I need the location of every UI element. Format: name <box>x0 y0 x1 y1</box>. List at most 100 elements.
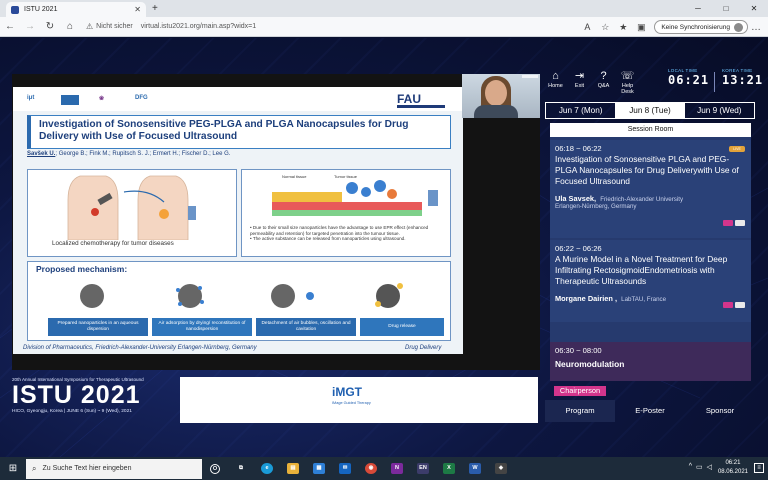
session-affiliation: Friedrich-Alexander University <box>600 195 684 203</box>
istu-banner: 20th Annual International Symposium for … <box>12 377 172 423</box>
session-actions <box>721 220 745 226</box>
app-icon[interactable]: ◈ <box>488 457 514 480</box>
local-time: 06:21 <box>668 73 710 87</box>
notification-icon[interactable]: ≡ <box>754 463 764 473</box>
chrome-icon[interactable]: ◉ <box>358 457 384 480</box>
nav-exit[interactable]: ⇥ Exit <box>569 70 590 95</box>
maximize-button[interactable]: □ <box>712 0 740 17</box>
session-affiliation: LabTAU, France <box>621 295 667 303</box>
minimize-button[interactable]: ─ <box>684 0 712 17</box>
speaker-webcam[interactable] <box>462 74 540 118</box>
network-icon[interactable]: ▭ <box>696 463 703 471</box>
panel-b-bullets: • Due to their small size nanoparticles … <box>250 225 448 242</box>
onenote-icon[interactable]: N <box>384 457 410 480</box>
presentation-slide: iμt ❀ DFG FAU Investigation of Sonosensi… <box>13 87 463 354</box>
tab-program[interactable]: Program <box>545 400 615 422</box>
tab-jun-7[interactable]: Jun 7 (Mon) <box>546 103 615 118</box>
task-view-icon[interactable]: ⧉ <box>228 457 254 480</box>
language-icon[interactable]: EN <box>410 457 436 480</box>
nav-home[interactable]: ⌂ Home <box>545 70 566 95</box>
webcam-label <box>522 75 538 78</box>
step-1: Prepared nanoparticles in an aqueous dis… <box>48 318 148 336</box>
fau-logo: FAU <box>397 92 421 106</box>
forward-icon[interactable]: → <box>20 21 40 32</box>
new-tab-button[interactable]: + <box>152 2 158 17</box>
pdf-icon[interactable] <box>735 302 745 308</box>
step-2: Air adsorption by drying/ reconstitution… <box>152 318 252 336</box>
nav-qa[interactable]: ? Q&A <box>593 70 614 95</box>
tab-sponsor[interactable]: Sponsor <box>685 400 755 422</box>
sync-label: Keine Synchronisierung <box>661 23 730 31</box>
session-time: 06:22 ~ 06:26 <box>555 244 602 253</box>
home-browser-icon[interactable]: ⌂ <box>60 21 80 32</box>
chairperson-badge: Chairperson <box>554 386 606 396</box>
file-explorer-icon[interactable]: ▤ <box>280 457 306 480</box>
outlook-icon[interactable]: ✉ <box>332 457 358 480</box>
institute-logo-1: iμt <box>27 95 35 101</box>
address-bar: ← → ↻ ⌂ ⚠ Nicht sicher virtual.istu2021.… <box>0 17 768 37</box>
top-navigation: ⌂ Home ⇥ Exit ? Q&A ☏ Help Desk <box>545 70 641 95</box>
coauthors: ; George B.; Fink M.; Rupitsch S. J.; Er… <box>55 151 231 157</box>
back-icon[interactable]: ← <box>0 21 20 32</box>
favorites-icon[interactable]: ★ <box>614 22 632 33</box>
istu-banner-title: ISTU 2021 <box>12 381 141 409</box>
live-badge: LIVE <box>729 146 745 152</box>
video-icon[interactable] <box>723 302 733 308</box>
patient-illustration <box>67 175 196 241</box>
browser-tab[interactable]: ISTU 2021 ✕ <box>6 2 146 17</box>
tab-title: ISTU 2021 <box>24 6 58 13</box>
more-menu-icon[interactable]: … <box>748 22 764 33</box>
session-title: A Murine Model in a Novel Treatment for … <box>555 254 728 287</box>
exit-icon: ⇥ <box>574 70 585 82</box>
tab-e-poster[interactable]: E-Poster <box>615 400 685 422</box>
volume-icon[interactable]: ◁ <box>707 463 712 471</box>
bullet-1: • Due to their small size nanoparticles … <box>250 225 429 236</box>
tumor-tissue-label: Tumor tissue <box>334 174 358 179</box>
store-icon[interactable]: ▦ <box>306 457 332 480</box>
nav-label: Help Desk <box>621 83 634 95</box>
session-item[interactable]: 06:18 ~ 06:22 LIVE Investigation of Sono… <box>550 140 751 238</box>
session-item[interactable]: 06:22 ~ 06:26 A Murine Model in a Novel … <box>550 240 751 322</box>
collections-icon[interactable]: ▣ <box>632 22 650 33</box>
help-desk-icon: ☏ <box>620 70 635 82</box>
pdf-icon[interactable] <box>735 220 745 226</box>
url-input[interactable]: ⚠ Nicht sicher virtual.istu2021.org/main… <box>86 20 526 34</box>
tab-close-icon[interactable]: ✕ <box>134 5 141 14</box>
slide-logo-strip: iμt ❀ DFG FAU <box>13 87 463 111</box>
home-icon: ⌂ <box>552 70 559 82</box>
reload-icon[interactable]: ↻ <box>40 21 60 32</box>
block-title: Neuromodulation <box>555 359 625 369</box>
word-icon[interactable]: W <box>462 457 488 480</box>
webcam-person-face <box>485 80 507 106</box>
insecure-label: Nicht sicher <box>96 23 133 30</box>
bullet-2: • The active substance can be released f… <box>250 236 406 242</box>
imgt-logo-sub: IMage Guided Therapy <box>332 401 371 405</box>
program-list[interactable]: Session Room 06:18 ~ 06:22 LIVE Investig… <box>550 123 751 381</box>
warning-icon: ⚠ <box>86 22 94 31</box>
chevron-up-icon[interactable]: ^ <box>689 463 692 471</box>
sponsor-banner[interactable]: iMGT IMage Guided Therapy <box>180 377 538 423</box>
taskbar-search-input[interactable]: ⌕ Zu Suche Text hier eingeben <box>26 458 202 479</box>
tab-jun-9[interactable]: Jun 9 (Wed) <box>685 103 754 118</box>
korea-clock: KOREA TIME 13:21 <box>722 68 763 87</box>
profile-sync-button[interactable]: Keine Synchronisierung <box>654 20 748 34</box>
windows-start-icon[interactable]: ⊞ <box>0 463 26 474</box>
session-block[interactable]: 06:30 ~ 08:00 Neuromodulation <box>550 342 751 381</box>
read-aloud-icon[interactable]: A <box>578 22 596 32</box>
url-text: virtual.istu2021.org/main.asp?widx=1 <box>140 23 257 30</box>
nav-help-desk[interactable]: ☏ Help Desk <box>617 70 638 95</box>
session-affiliation-2: Erlangen-Nürnberg, Germany <box>555 202 637 210</box>
institute-logo-2 <box>61 95 79 105</box>
session-speaker: Ula Savsek, Friedrich-Alexander Universi… <box>555 193 684 203</box>
search-placeholder: Zu Suche Text hier eingeben <box>42 465 132 472</box>
slide-title-box: Investigation of Sonosensitive PEG-PLGA … <box>27 115 451 149</box>
excel-icon[interactable]: X <box>436 457 462 480</box>
video-icon[interactable] <box>723 220 733 226</box>
cortana-icon[interactable]: O <box>202 457 228 480</box>
close-window-button[interactable]: ✕ <box>740 0 768 17</box>
taskbar-clock[interactable]: 06:21 08.06.2021 <box>718 459 748 477</box>
favorite-star-icon[interactable]: ☆ <box>596 22 614 33</box>
tab-jun-8[interactable]: Jun 8 (Tue) <box>615 103 685 118</box>
avatar <box>734 22 743 32</box>
edge-icon[interactable]: e <box>254 457 280 480</box>
